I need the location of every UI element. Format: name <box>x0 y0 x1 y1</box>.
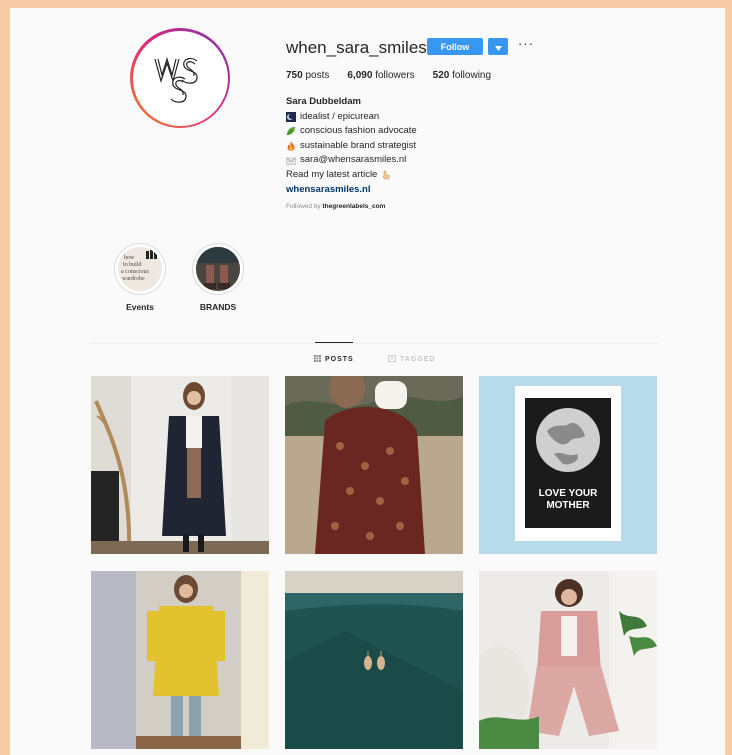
post-tile[interactable] <box>91 376 269 554</box>
highlight-thumbnail: how to build a conscious wardrobe <box>118 247 162 291</box>
bio-line: sara@whensarasmiles.nl <box>286 153 417 168</box>
posts-count: 750 <box>286 70 303 81</box>
posts-label: posts <box>305 70 330 81</box>
highlight-ring <box>192 243 244 295</box>
chevron-down-icon <box>494 38 502 56</box>
following-label: following <box>452 70 492 81</box>
moon-icon <box>286 111 296 122</box>
svg-text:how: how <box>124 255 135 261</box>
bio-line: idealist / epicurean <box>286 110 417 125</box>
highlight-thumbnail <box>196 247 240 291</box>
svg-text:to build: to build <box>123 262 142 268</box>
post-image-woman-pink-suit <box>479 571 657 749</box>
tabs-divider <box>90 343 658 344</box>
followed-by: Followed by thegreenlabels_com <box>286 203 385 210</box>
post-tile[interactable] <box>285 376 463 554</box>
followers-count: 6,090 <box>347 70 373 81</box>
followed-by-user[interactable]: thegreenlabels_com <box>323 203 386 210</box>
tag-icon <box>388 355 396 364</box>
pointing-down-icon <box>381 170 391 180</box>
followers-label: followers <box>375 70 415 81</box>
svg-text:a conscious: a conscious <box>121 269 149 275</box>
tab-tagged[interactable]: TAGGED <box>388 355 435 364</box>
bio-text: sara@whensarasmiles.nl <box>300 154 407 166</box>
wss-logo <box>132 30 228 126</box>
fire-icon <box>286 141 296 151</box>
post-tile[interactable] <box>479 571 657 749</box>
highlight-ring: how to build a conscious wardrobe <box>114 243 166 295</box>
active-tab-indicator <box>315 342 353 343</box>
svg-text:MOTHER: MOTHER <box>546 500 590 511</box>
bio-line: conscious fashion advocate <box>286 124 417 139</box>
suggestions-dropdown-button[interactable] <box>488 38 508 55</box>
profile-page: when_sara_smiles Follow ··· 750 posts 6,… <box>10 8 725 755</box>
following-count: 520 <box>432 70 450 81</box>
svg-text:LOVE YOUR: LOVE YOUR <box>539 488 598 499</box>
following-stat[interactable]: 520 following <box>433 70 491 81</box>
bio-line: sustainable brand strategist <box>286 139 417 154</box>
post-tile[interactable] <box>91 571 269 749</box>
more-options-button[interactable]: ··· <box>518 36 534 51</box>
tab-posts[interactable]: POSTS <box>314 355 354 364</box>
highlight-label: BRANDS <box>199 302 237 312</box>
envelope-icon <box>286 156 296 166</box>
bio-text: conscious fashion advocate <box>300 125 417 137</box>
bio-text: sustainable brand strategist <box>300 139 417 151</box>
followers-stat[interactable]: 6,090 followers <box>347 70 414 81</box>
post-image-woman-paisley-coat <box>285 376 463 554</box>
svg-text:wardrobe: wardrobe <box>122 276 145 282</box>
profile-username: when_sara_smiles <box>286 38 427 57</box>
leaf-icon <box>286 126 296 136</box>
tab-label: POSTS <box>325 356 354 363</box>
profile-stats: 750 posts 6,090 followers 520 following <box>286 70 491 81</box>
bio-article-line: Read my latest article <box>286 168 417 183</box>
post-image-earrings-bag <box>285 571 463 749</box>
bio-article-text: Read my latest article <box>286 168 378 180</box>
post-tile[interactable]: LOVE YOUR MOTHER <box>479 376 657 554</box>
bio-text: idealist / epicurean <box>300 110 380 122</box>
posts-stat: 750 posts <box>286 70 329 81</box>
follow-button[interactable]: Follow <box>427 38 483 55</box>
profile-full-name: Sara Dubbeldam <box>286 96 361 107</box>
tab-label: TAGGED <box>400 356 436 363</box>
profile-bio: Sara Dubbeldam idealist / epicurean cons… <box>286 95 417 197</box>
post-image-woman-yellow-coat <box>91 571 269 749</box>
highlight-brands[interactable]: BRANDS <box>188 243 248 312</box>
bio-website-link[interactable]: whensarasmiles.nl <box>286 183 417 198</box>
profile-avatar[interactable] <box>130 28 230 128</box>
post-image-woman-long-coat <box>91 376 269 554</box>
post-image-poster: LOVE YOUR MOTHER <box>479 376 657 554</box>
highlight-label: Events <box>126 302 154 312</box>
followed-by-prefix: Followed by <box>286 203 321 210</box>
highlight-events[interactable]: how to build a conscious wardrobe Events <box>110 243 170 312</box>
post-tile[interactable] <box>285 571 463 749</box>
grid-icon <box>314 355 321 364</box>
